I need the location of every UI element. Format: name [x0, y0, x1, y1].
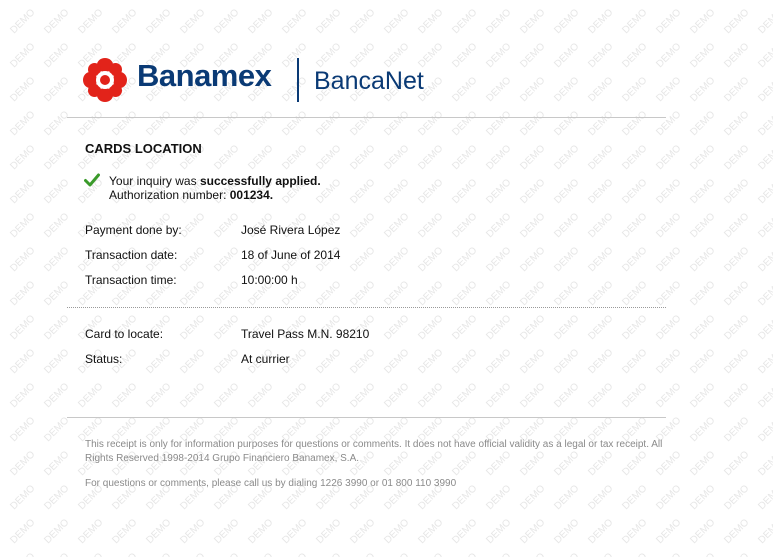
legal-disclaimer: This receipt is only for information pur…: [85, 439, 663, 464]
section-divider: [67, 307, 666, 308]
status-value: At currier: [241, 352, 290, 366]
page-title: CARDS LOCATION: [85, 141, 202, 156]
brand-name: Banamex: [137, 58, 272, 93]
transaction-date-label: Transaction date:: [85, 248, 178, 262]
confirmation-prefix: Your inquiry was: [109, 174, 200, 188]
header-divider: [297, 58, 299, 102]
confirmation-message: Your inquiry was successfully applied.: [109, 174, 321, 188]
authorization-value: 001234.: [229, 188, 274, 202]
header-rule: [67, 117, 666, 118]
confirmation-status: successfully applied.: [199, 174, 321, 188]
card-to-locate-value: Travel Pass M.N. 98210: [241, 327, 370, 341]
authorization-label: Authorization number:: [109, 188, 230, 202]
transaction-time-label: Transaction time:: [85, 273, 177, 287]
transaction-date-value: 18 of June of 2014: [241, 248, 341, 262]
receipt: Banamex BancaNet CARDS LOCATION Your inq…: [0, 0, 773, 557]
status-label: Status:: [85, 352, 123, 366]
contact-info: For questions or comments, please call u…: [85, 478, 457, 489]
checkmark-icon: [84, 173, 100, 187]
transaction-time-value: 10:00:00 h: [241, 273, 298, 287]
banamex-logo-icon: [83, 58, 127, 102]
footer-rule: [67, 417, 666, 418]
card-to-locate-label: Card to locate:: [85, 327, 164, 341]
payment-by-label: Payment done by:: [85, 223, 182, 237]
payment-by-value: José Rivera López: [241, 223, 341, 237]
product-name: BancaNet: [314, 67, 424, 95]
authorization-number: Authorization number: 001234.: [109, 188, 273, 202]
